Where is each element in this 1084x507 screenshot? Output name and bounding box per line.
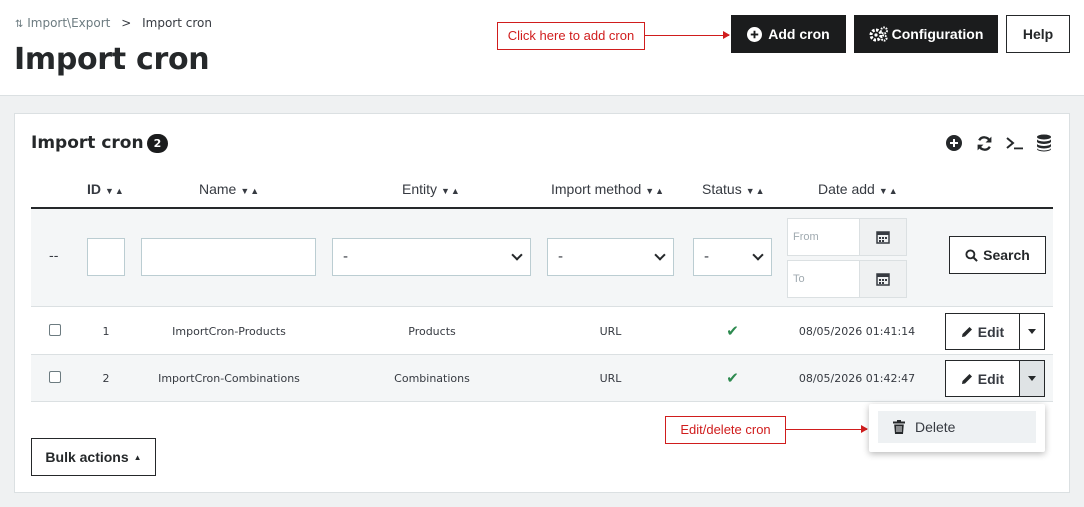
add-cron-button[interactable]: Add cron [731, 15, 846, 53]
help-label: Help [1022, 26, 1054, 42]
delete-menu-item[interactable]: Delete [878, 411, 1036, 443]
col-header-id-label: ID [87, 181, 101, 197]
status-filter-value: - [704, 249, 710, 265]
count-badge: 2 [147, 134, 168, 153]
table-row: 1 ImportCron-Products Products URL ✔ 08/… [31, 308, 1053, 355]
edit-button-group: Edit [945, 360, 1045, 397]
method-filter-select[interactable]: - [547, 238, 674, 276]
edit-delete-annotation: Edit/delete cron [665, 416, 786, 444]
annotation-arrow [645, 31, 730, 39]
col-header-status[interactable]: Status ▼▲ [702, 181, 766, 197]
col-header-import-method[interactable]: Import method ▼▲ [551, 181, 665, 197]
delete-label: Delete [915, 419, 956, 435]
row-status[interactable]: ✔ [693, 355, 772, 401]
calendar-icon[interactable] [859, 218, 907, 256]
filter-row: -- - - - From To [31, 209, 1053, 307]
row-name: ImportCron-Combinations [158, 371, 300, 385]
chevron-down-icon [752, 249, 764, 261]
bulk-filter-placeholder: -- [49, 249, 59, 264]
sort-icon[interactable]: ▼▲ [645, 186, 665, 196]
chevron-down-icon [511, 249, 523, 261]
configuration-button[interactable]: Configuration [854, 15, 998, 53]
edit-dropdown-toggle[interactable] [1020, 361, 1044, 396]
col-header-status-label: Status [702, 181, 742, 197]
row-import-method: URL [599, 324, 622, 338]
page-title: Import cron [14, 42, 210, 77]
help-button[interactable]: Help [1006, 15, 1070, 53]
row-actions-dropdown: Delete [869, 404, 1045, 452]
row-import-method: URL [599, 371, 622, 385]
trash-icon [893, 420, 905, 434]
row-checkbox[interactable] [49, 371, 61, 383]
pencil-icon [961, 326, 972, 337]
edit-button[interactable]: Edit [946, 314, 1020, 349]
table-row: 2 ImportCron-Combinations Combinations U… [31, 355, 1053, 402]
row-status[interactable]: ✔ [693, 308, 772, 354]
breadcrumb-current: Import cron [142, 16, 212, 30]
col-header-id[interactable]: ID ▼▲ [87, 181, 125, 197]
status-filter-select[interactable]: - [693, 238, 772, 276]
col-header-method-label: Import method [551, 181, 642, 197]
col-header-name-label: Name [199, 181, 237, 197]
chevron-down-icon [654, 249, 666, 261]
sort-icon[interactable]: ▼▲ [240, 186, 260, 196]
add-new-icon[interactable] [945, 132, 963, 154]
col-header-date-label: Date add [818, 181, 875, 197]
plus-circle-icon [747, 26, 763, 42]
row-date-add: 08/05/2026 01:41:14 [798, 324, 916, 338]
row-checkbox[interactable] [49, 324, 61, 336]
search-label: Search [983, 247, 1030, 263]
edit-button[interactable]: Edit [946, 361, 1020, 396]
row-id: 1 [102, 324, 110, 338]
sort-icon[interactable]: ▼▲ [105, 186, 125, 196]
id-filter-input[interactable] [87, 238, 125, 276]
date-from-input[interactable]: From [787, 218, 860, 256]
col-header-entity-label: Entity [402, 181, 438, 197]
pencil-icon [961, 373, 972, 384]
calendar-icon[interactable] [859, 260, 907, 298]
method-filter-value: - [558, 249, 564, 265]
sort-icon[interactable]: ▼▲ [879, 186, 899, 196]
search-icon [965, 248, 978, 262]
caret-down-icon [1028, 329, 1036, 334]
bulk-actions-label: Bulk actions [45, 449, 129, 465]
row-entity: Combinations [394, 371, 470, 385]
sort-icon[interactable]: ▼▲ [746, 186, 766, 196]
database-icon[interactable] [1034, 132, 1054, 154]
check-icon: ✔ [726, 369, 739, 387]
row-id: 2 [102, 371, 110, 385]
breadcrumb: ⇅ Import\Export > Import cron [15, 16, 212, 30]
col-header-name[interactable]: Name ▼▲ [199, 181, 260, 197]
bulk-actions-button[interactable]: Bulk actions ▲ [31, 438, 156, 476]
date-to-input[interactable]: To [787, 260, 860, 298]
panel-title: Import cron [31, 133, 144, 153]
entity-filter-select[interactable]: - [332, 238, 531, 276]
edit-label: Edit [977, 323, 1005, 340]
edit-button-group: Edit [945, 313, 1045, 350]
row-entity: Products [408, 324, 456, 338]
add-cron-label: Add cron [768, 26, 830, 42]
edit-label: Edit [977, 370, 1005, 387]
caret-up-icon: ▲ [133, 452, 142, 462]
caret-down-icon [1028, 376, 1036, 381]
sort-icon[interactable]: ▼▲ [441, 186, 461, 196]
name-filter-input[interactable] [141, 238, 316, 276]
annotation-arrow [786, 425, 868, 433]
check-icon: ✔ [726, 322, 739, 340]
row-name: ImportCron-Products [172, 324, 286, 338]
edit-dropdown-toggle[interactable] [1020, 314, 1044, 349]
add-cron-annotation: Click here to add cron [497, 22, 645, 50]
breadcrumb-separator: > [121, 16, 132, 30]
sort-arrows-icon: ⇅ [15, 19, 24, 30]
gears-icon [869, 26, 888, 42]
col-header-entity[interactable]: Entity ▼▲ [402, 181, 461, 197]
refresh-icon[interactable] [974, 132, 994, 154]
col-header-date-add[interactable]: Date add ▼▲ [818, 181, 899, 197]
search-button[interactable]: Search [949, 236, 1046, 274]
row-date-add: 08/05/2026 01:42:47 [798, 371, 916, 385]
entity-filter-value: - [343, 249, 349, 265]
configuration-label: Configuration [891, 26, 984, 42]
terminal-icon[interactable] [1004, 132, 1026, 154]
breadcrumb-parent[interactable]: Import\Export [27, 16, 110, 30]
